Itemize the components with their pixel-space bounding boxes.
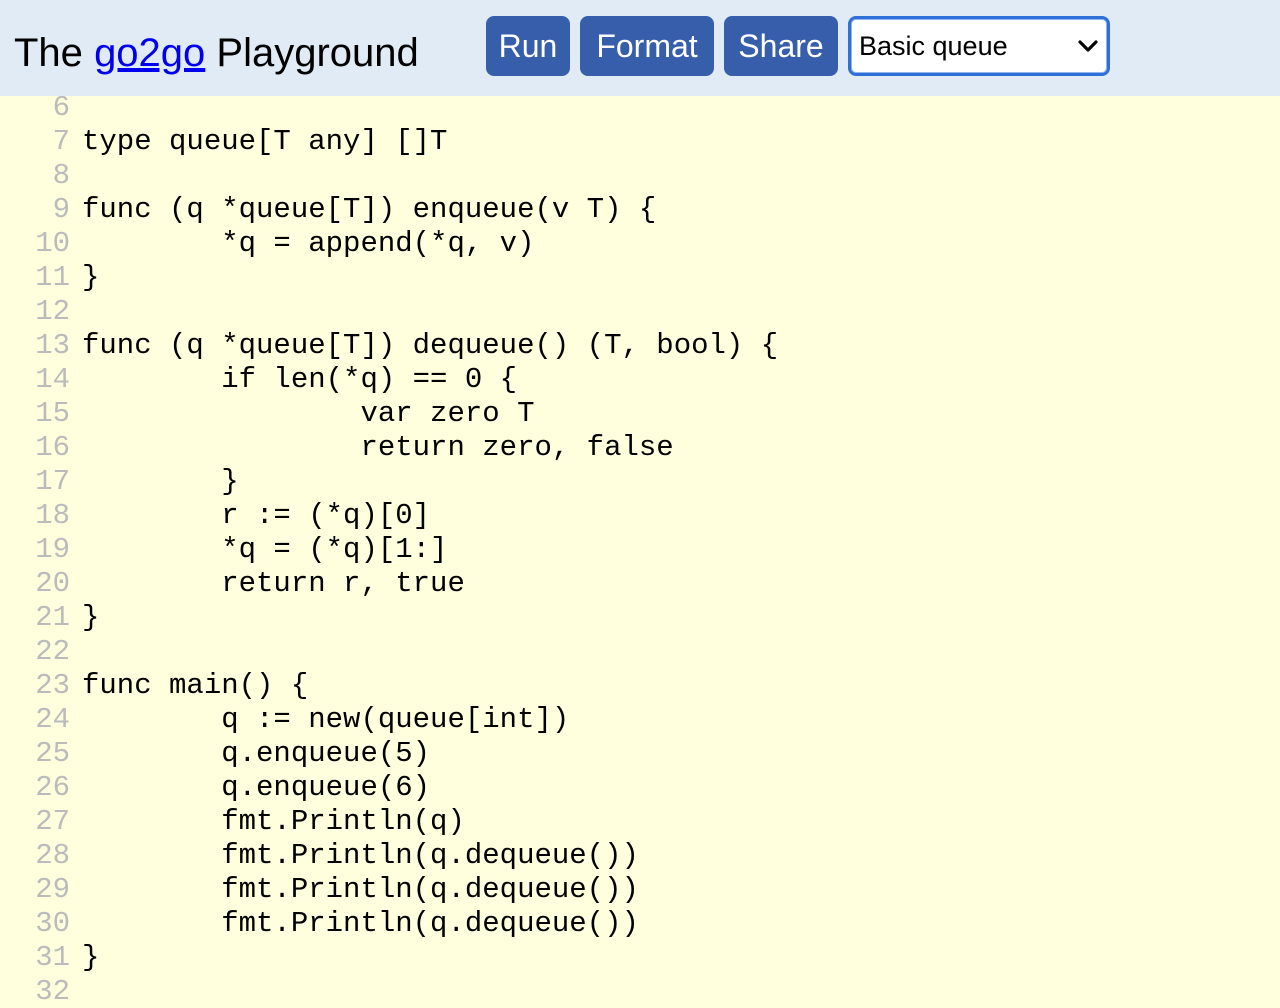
code-text[interactable]: func (q *queue[T]) enqueue(v T) {: [82, 193, 656, 227]
code-text[interactable]: fmt.Println(q): [82, 805, 465, 839]
code-text[interactable]: var zero T: [82, 397, 534, 431]
page-title: The go2go Playground: [14, 26, 419, 80]
code-text[interactable]: }: [82, 941, 99, 975]
code-line: 32: [0, 975, 1280, 1008]
code-line: 24 q := new(queue[int]): [0, 703, 1280, 737]
code-line: 25 q.enqueue(5): [0, 737, 1280, 771]
code-line: 8: [0, 159, 1280, 193]
code-line: 29 fmt.Println(q.dequeue()): [0, 873, 1280, 907]
header-bar: The go2go Playground Run Format Share Ba…: [0, 0, 1280, 96]
line-number: 16: [35, 431, 70, 464]
code-text[interactable]: fmt.Println(q.dequeue()): [82, 839, 639, 873]
code-text[interactable]: r := (*q)[0]: [82, 499, 430, 533]
code-line: 26 q.enqueue(6): [0, 771, 1280, 805]
line-number: 11: [35, 261, 70, 294]
code-line: 13 func (q *queue[T]) dequeue() (T, bool)…: [0, 329, 1280, 363]
code-line: 14 if len(*q) == 0 {: [0, 363, 1280, 397]
title-suffix: Playground: [216, 31, 419, 75]
code-line: 19 *q = (*q)[1:]: [0, 533, 1280, 567]
go2go-link[interactable]: go2go: [94, 31, 205, 75]
code-text[interactable]: *q = (*q)[1:]: [82, 533, 447, 567]
line-number: 25: [35, 737, 70, 770]
line-number: 7: [52, 125, 70, 158]
code-text[interactable]: fmt.Println(q.dequeue()): [82, 873, 639, 907]
title-prefix: The: [14, 31, 83, 75]
code-text[interactable]: return r, true: [82, 567, 465, 601]
code-line: 11}: [0, 261, 1280, 295]
line-number: 20: [35, 567, 70, 600]
line-number: 26: [35, 771, 70, 804]
code-line: 9 func (q *queue[T]) enqueue(v T) {: [0, 193, 1280, 227]
code-text[interactable]: q := new(queue[int]): [82, 703, 569, 737]
line-number: 14: [35, 363, 70, 396]
code-text[interactable]: *q = append(*q, v): [82, 227, 534, 261]
code-line: 23 func main() {: [0, 669, 1280, 703]
code-line: 18 r := (*q)[0]: [0, 499, 1280, 533]
line-number: 28: [35, 839, 70, 872]
code-line: 21}: [0, 601, 1280, 635]
code-line: 31}: [0, 941, 1280, 975]
code-text[interactable]: return zero, false: [82, 431, 673, 465]
line-number: 31: [35, 941, 70, 974]
format-button[interactable]: Format: [580, 16, 714, 76]
code-line: 30 fmt.Println(q.dequeue()): [0, 907, 1280, 941]
code-line: 12: [0, 295, 1280, 329]
line-number: 27: [35, 805, 70, 838]
example-select-value: Basic queue: [859, 31, 1008, 61]
code-line: 28 fmt.Println(q.dequeue()): [0, 839, 1280, 873]
line-number: 12: [35, 295, 70, 328]
line-number: 19: [35, 533, 70, 566]
code-editor[interactable]: 6 7 type queue[T any] []T 8 9 func (q *queue[…: [0, 96, 1280, 1008]
line-number: 23: [35, 669, 70, 702]
code-text[interactable]: }: [82, 465, 238, 499]
line-number: 32: [35, 975, 70, 1008]
chevron-down-icon: [1078, 40, 1098, 52]
code-line: 20 return r, true: [0, 567, 1280, 601]
line-number: 15: [35, 397, 70, 430]
code-line: 16 return zero, false: [0, 431, 1280, 465]
line-number: 30: [35, 907, 70, 940]
code-text[interactable]: q.enqueue(5): [82, 737, 430, 771]
code-text[interactable]: }: [82, 261, 99, 295]
example-select[interactable]: Basic queue: [848, 16, 1110, 76]
run-button[interactable]: Run: [486, 16, 570, 76]
code-text[interactable]: }: [82, 601, 99, 635]
line-number: 9: [52, 193, 70, 226]
code-text[interactable]: func main() {: [82, 669, 308, 703]
code-line: 15 var zero T: [0, 397, 1280, 431]
code-line: 17 }: [0, 465, 1280, 499]
line-number: 17: [35, 465, 70, 498]
line-number: 18: [35, 499, 70, 532]
line-number: 29: [35, 873, 70, 906]
line-number: 8: [52, 159, 70, 192]
code-line: 22: [0, 635, 1280, 669]
line-number: 10: [35, 227, 70, 260]
line-number: 22: [35, 635, 70, 668]
code-line: 7 type queue[T any] []T: [0, 125, 1280, 159]
code-text[interactable]: if len(*q) == 0 {: [82, 363, 517, 397]
share-button[interactable]: Share: [724, 16, 838, 76]
code-text[interactable]: func (q *queue[T]) dequeue() (T, bool) {: [82, 329, 778, 363]
code-line: 6: [0, 96, 1280, 125]
code-text[interactable]: q.enqueue(6): [82, 771, 430, 805]
code-line: 27 fmt.Println(q): [0, 805, 1280, 839]
line-number: 13: [35, 329, 70, 362]
code-text[interactable]: type queue[T any] []T: [82, 125, 447, 159]
line-number: 24: [35, 703, 70, 736]
line-number: 21: [35, 601, 70, 634]
code-lines: 6 7 type queue[T any] []T 8 9 func (q *queue[…: [0, 96, 1280, 1008]
line-number: 6: [52, 96, 70, 124]
code-text[interactable]: fmt.Println(q.dequeue()): [82, 907, 639, 941]
code-line: 10 *q = append(*q, v): [0, 227, 1280, 261]
